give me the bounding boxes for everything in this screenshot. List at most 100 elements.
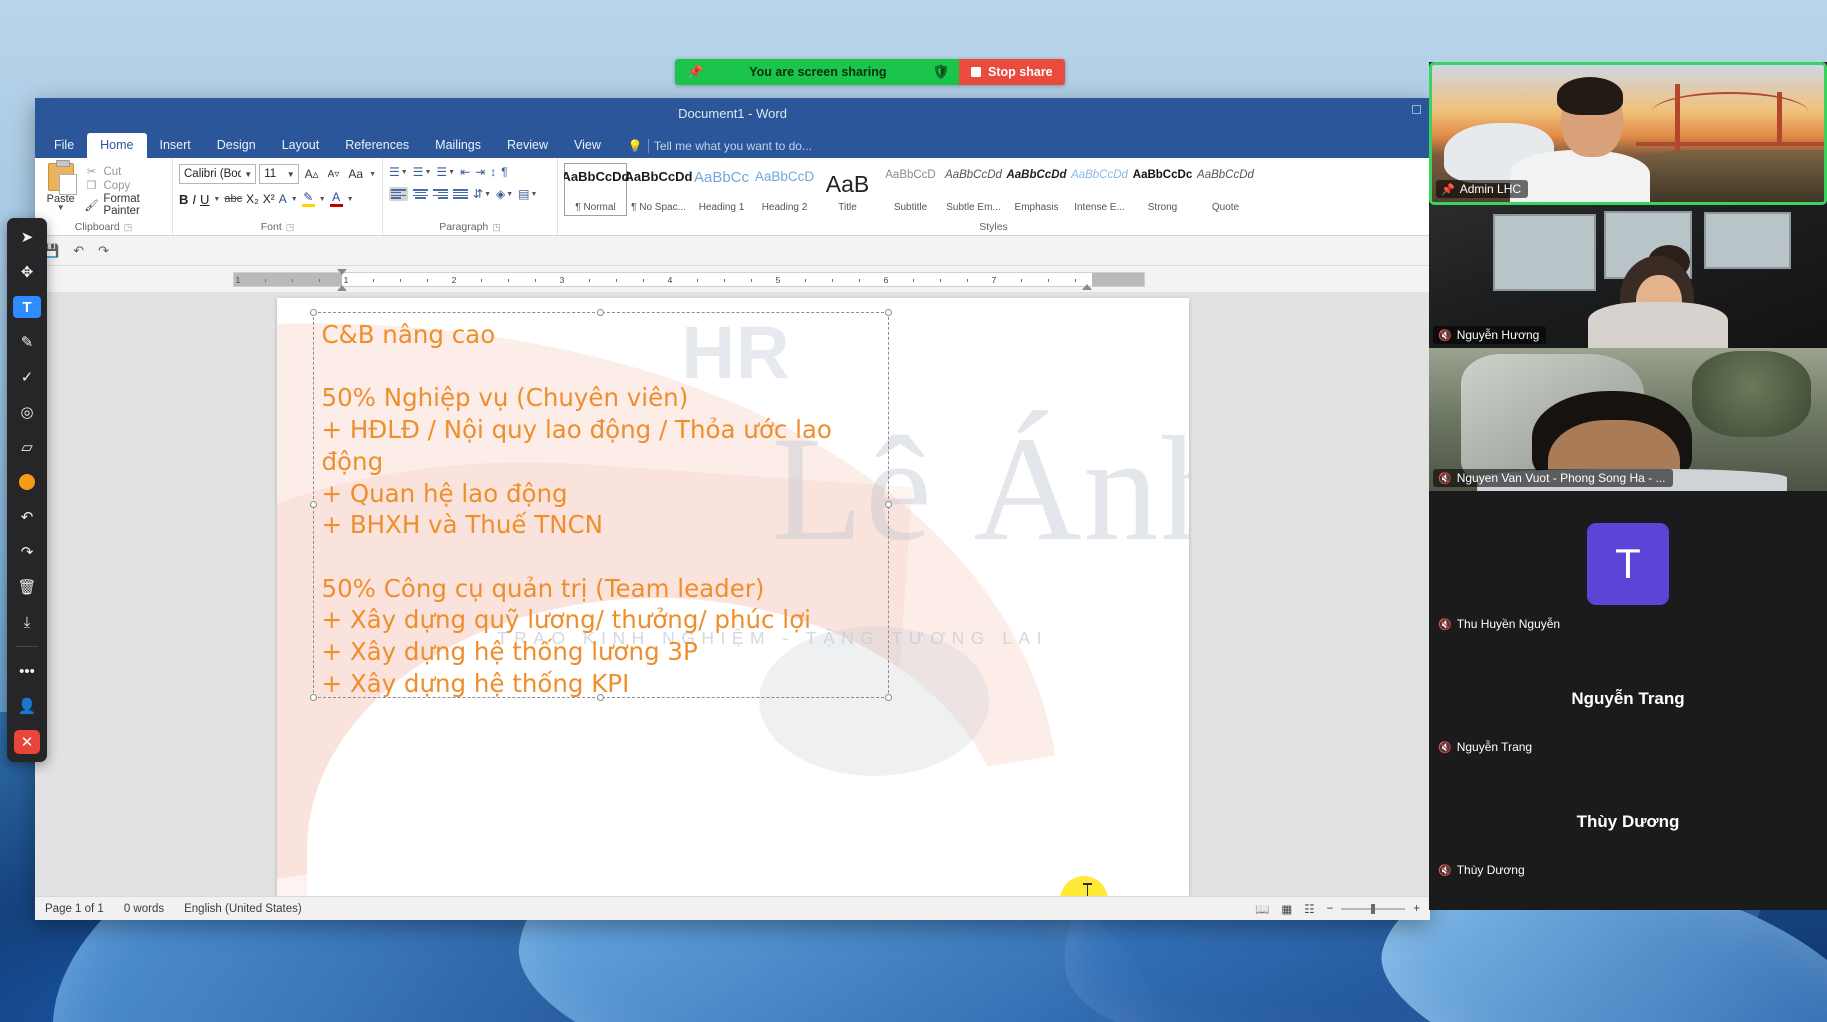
right-indent-marker[interactable]	[1082, 283, 1092, 290]
clear-trash-tool[interactable]: 🗑	[13, 576, 41, 598]
left-indent-marker[interactable]	[337, 284, 347, 291]
tell-me-search[interactable]: 💡 Tell me what you want to do...	[628, 139, 812, 158]
participant-tile[interactable]: T 🔇 Thu Huyền Nguyễn	[1429, 491, 1827, 637]
participant-tile[interactable]: 🔇 Nguyễn Hương	[1429, 205, 1827, 348]
numbering-button[interactable]: ☰ ▼	[413, 165, 432, 179]
resize-handle-middle-right[interactable]	[884, 501, 892, 508]
chevron-down-icon[interactable]: ▼	[347, 196, 354, 203]
dialog-launcher-icon[interactable]: ◳	[124, 222, 133, 233]
tab-references[interactable]: References	[332, 133, 422, 158]
restore-window-icon[interactable]: ☐	[1411, 103, 1422, 117]
paste-button[interactable]: Paste ▼	[41, 160, 80, 217]
chevron-down-icon[interactable]: ▼	[369, 171, 376, 178]
resize-handle-bottom-left[interactable]	[309, 694, 317, 701]
align-left-button[interactable]	[389, 187, 408, 201]
bullets-button[interactable]: ☰ ▼	[389, 165, 408, 179]
resize-handle-top-left[interactable]	[309, 309, 317, 316]
bold-button[interactable]: B	[179, 192, 188, 207]
superscript-button[interactable]: X²	[263, 192, 275, 206]
italic-button[interactable]: I	[192, 192, 196, 207]
zoom-control[interactable]: − +	[1327, 903, 1420, 915]
zoom-out-button[interactable]: −	[1327, 903, 1334, 915]
undo-tool[interactable]: ↶	[13, 506, 41, 528]
chevron-down-icon[interactable]: ▼	[57, 204, 65, 212]
zoom-in-button[interactable]: +	[1413, 903, 1420, 915]
align-center-button[interactable]	[413, 188, 428, 200]
tab-home[interactable]: Home	[87, 133, 147, 158]
tab-design[interactable]: Design	[204, 133, 269, 158]
tab-review[interactable]: Review	[494, 133, 561, 158]
stamp-check-tool[interactable]: ✓	[13, 366, 41, 388]
tab-view[interactable]: View	[561, 133, 614, 158]
participant-tile[interactable]: Nguyễn Trang 🔇 Nguyễn Trang	[1429, 637, 1827, 760]
style-item[interactable]: AaBbCcDd ¶ Normal	[564, 163, 629, 216]
change-case-button[interactable]: Aa	[345, 167, 366, 181]
zoom-slider-thumb[interactable]	[1371, 903, 1376, 914]
text-effects-button[interactable]: A	[279, 193, 287, 205]
subscript-button[interactable]: X₂	[246, 192, 259, 206]
font-size-combo[interactable]: 11 ▼	[259, 164, 299, 184]
cut-button[interactable]: ✂ Cut	[84, 165, 166, 179]
word-count-label[interactable]: 0 words	[124, 903, 164, 915]
undo-icon[interactable]: ↶	[73, 243, 84, 259]
borders-button[interactable]: ▤ ▼	[518, 187, 537, 201]
read-mode-icon[interactable]: 📖	[1255, 902, 1269, 916]
multilevel-list-button[interactable]: ☰ ▼	[436, 165, 455, 179]
format-painter-button[interactable]: 🖌 Format Painter	[84, 193, 166, 217]
select-cursor-tool[interactable]: ➤	[13, 226, 41, 248]
tab-insert[interactable]: Insert	[147, 133, 204, 158]
chevron-down-icon[interactable]: ▼	[319, 196, 326, 203]
page-count-label[interactable]: Page 1 of 1	[45, 903, 104, 915]
document-text-content[interactable]: C&B nâng cao 50% Nghiệp vụ (Chuyên viên)…	[322, 319, 886, 700]
language-label[interactable]: English (United States)	[184, 903, 302, 915]
color-swatch-tool[interactable]	[13, 471, 41, 493]
text-box[interactable]: C&B nâng cao 50% Nghiệp vụ (Chuyên viên)…	[309, 309, 892, 701]
line-spacing-button[interactable]: ⇵ ▼	[473, 187, 491, 201]
increase-indent-button[interactable]: ⇥	[475, 165, 485, 179]
eraser-tool[interactable]: ▱	[13, 436, 41, 458]
style-item[interactable]: AaB Title	[816, 163, 879, 216]
chevron-down-icon[interactable]: ▼	[291, 196, 298, 203]
sort-button[interactable]: ↕	[490, 165, 496, 179]
print-layout-icon[interactable]: ▦	[1281, 902, 1292, 916]
style-item[interactable]: AaBbCcDd Intense E...	[1068, 163, 1131, 216]
participant-tile[interactable]: 📌 Admin LHC	[1429, 62, 1827, 205]
tab-layout[interactable]: Layout	[269, 133, 333, 158]
style-item[interactable]: AaBbCcDd Quote	[1194, 163, 1257, 216]
align-right-button[interactable]	[433, 188, 448, 200]
stop-share-button[interactable]: Stop share	[959, 59, 1065, 85]
shading-button[interactable]: ◈ ▼	[496, 187, 513, 201]
style-item[interactable]: AaBbCcDd Emphasis	[1005, 163, 1068, 216]
document-canvas[interactable]: HR Lê Ánh TRAO KINH NGHIỆM - TẶNG TƯƠNG …	[35, 292, 1430, 896]
save-download-tool[interactable]: ⤓	[13, 611, 41, 633]
underline-button[interactable]: U	[200, 192, 209, 207]
resize-handle-middle-left[interactable]	[309, 501, 317, 508]
follow-participant-tool[interactable]: 👤	[13, 695, 41, 717]
style-item[interactable]: AaBbCc Heading 1	[690, 163, 753, 216]
spotlight-tool[interactable]: ◎	[13, 401, 41, 423]
draw-pen-tool[interactable]: ✎	[13, 331, 41, 353]
participant-tile[interactable]: Thùy Dương 🔇 Thùy Dương	[1429, 760, 1827, 883]
highlight-color-button[interactable]: ✎	[301, 191, 315, 207]
grow-font-button[interactable]: A▵	[302, 167, 322, 181]
resize-handle-top-right[interactable]	[884, 309, 892, 316]
resize-handle-top-center[interactable]	[596, 309, 604, 316]
tab-file[interactable]: File	[41, 133, 87, 158]
participant-tile[interactable]: 🔇 Nguyen Van Vuot - Phong Song Ha - ...	[1429, 348, 1827, 491]
style-item[interactable]: AaBbCcDc Strong	[1131, 163, 1194, 216]
zoom-slider[interactable]	[1341, 903, 1406, 914]
copy-button[interactable]: ❐ Copy	[84, 179, 166, 193]
redo-icon[interactable]: ↷	[98, 243, 109, 259]
font-color-button[interactable]: A	[329, 191, 343, 207]
text-tool[interactable]: T	[13, 296, 41, 318]
more-options-tool[interactable]: •••	[13, 660, 41, 682]
horizontal-ruler[interactable]: 1 1 2 3 4 5 6 7	[233, 268, 1145, 291]
document-page[interactable]: HR Lê Ánh TRAO KINH NGHIỆM - TẶNG TƯƠNG …	[276, 298, 1189, 896]
strikethrough-button[interactable]: abc	[224, 193, 242, 205]
redo-tool[interactable]: ↷	[13, 541, 41, 563]
dialog-launcher-icon[interactable]: ◳	[492, 222, 501, 233]
resize-handle-bottom-right[interactable]	[884, 694, 892, 701]
style-item[interactable]: AaBbCcD Subtitle	[879, 163, 942, 216]
move-tool[interactable]: ✥	[13, 261, 41, 283]
font-name-combo[interactable]: Calibri (Body) ▼	[179, 164, 257, 184]
